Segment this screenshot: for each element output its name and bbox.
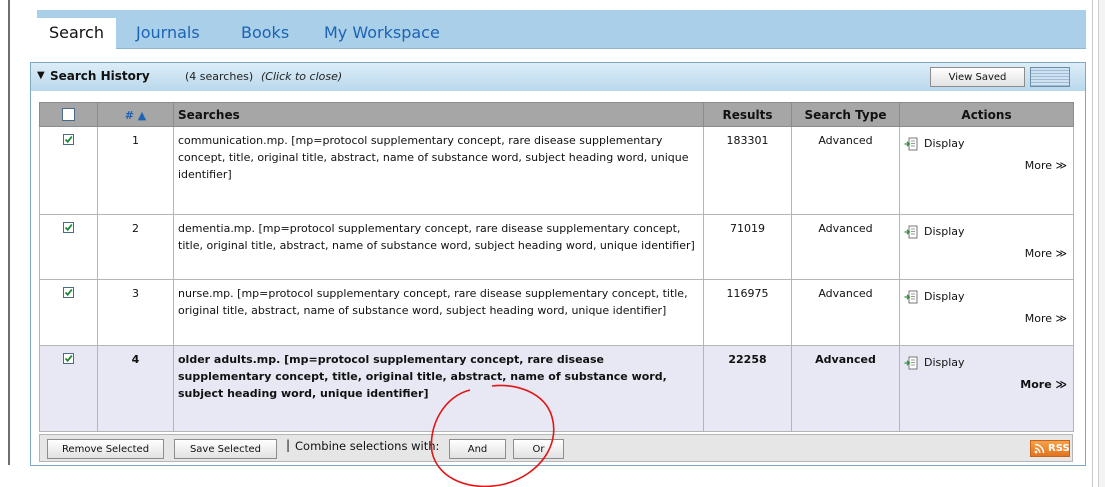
tab-journals[interactable]: Journals (124, 18, 212, 48)
row-checkbox[interactable] (63, 134, 74, 145)
search-type: Advanced (791, 345, 900, 432)
expand-view-icon[interactable] (1030, 67, 1070, 87)
actions-cell: Display More ≫ (899, 345, 1074, 432)
select-all-checkbox[interactable] (62, 107, 75, 121)
display-label[interactable]: Display (924, 223, 965, 240)
row-number: 1 (97, 126, 174, 215)
search-query: nurse.mp. [mp=protocol supplementary con… (173, 279, 704, 346)
display-results-icon (904, 290, 918, 303)
display-results-icon (904, 356, 918, 369)
result-count: 183301 (703, 126, 792, 215)
row-select-cell (39, 126, 98, 215)
row-number: 4 (97, 345, 174, 432)
actions-cell: Display More ≫ (899, 126, 1074, 215)
tab-my-workspace[interactable]: My Workspace (312, 18, 452, 48)
separator: | (286, 438, 291, 452)
sort-number-link[interactable]: # ▲ (125, 109, 147, 122)
row-number: 2 (97, 214, 174, 280)
select-all-header (39, 102, 98, 127)
combine-and-button[interactable]: And (449, 439, 506, 459)
number-column-header[interactable]: # ▲ (97, 102, 174, 127)
search-history-panel: ▼ Search History (4 searches) (Click to … (30, 62, 1086, 466)
combine-selections-label: Combine selections with: (295, 439, 440, 453)
left-divider (8, 0, 10, 465)
row-select-cell (39, 345, 98, 432)
tab-books[interactable]: Books (229, 18, 301, 48)
collapse-triangle-icon[interactable]: ▼ (37, 70, 45, 81)
display-results-icon (904, 137, 918, 150)
table-row: 1 communication.mp. [mp=protocol supplem… (39, 126, 1074, 215)
tab-search[interactable]: Search (37, 18, 116, 49)
main-tab-bar: Search Journals Books My Workspace (37, 10, 1086, 49)
display-results-icon (904, 225, 918, 238)
search-type: Advanced (791, 126, 900, 215)
table-row: 4 older adults.mp. [mp=protocol suppleme… (39, 345, 1074, 432)
display-link[interactable]: Display (904, 223, 1069, 240)
rss-feed-icon (1034, 443, 1045, 454)
actions-cell: Display More ≫ (899, 214, 1074, 280)
save-selected-button[interactable]: Save Selected (174, 439, 277, 459)
search-type: Advanced (791, 214, 900, 280)
search-history-title[interactable]: Search History (50, 69, 150, 83)
result-count: 116975 (703, 279, 792, 346)
display-link[interactable]: Display (904, 135, 1069, 152)
search-type: Advanced (791, 279, 900, 346)
row-select-cell (39, 279, 98, 346)
display-label[interactable]: Display (924, 354, 965, 371)
display-link[interactable]: Display (904, 354, 1069, 371)
search-history-header[interactable]: ▼ Search History (4 searches) (Click to … (31, 63, 1085, 91)
selection-actions-bar: Remove Selected Save Selected | Combine … (39, 434, 1073, 462)
view-saved-button[interactable]: View Saved (930, 67, 1025, 87)
rss-button[interactable]: RSS (1030, 440, 1070, 457)
results-column-header: Results (703, 102, 792, 127)
window-scrollbar[interactable] (1098, 0, 1105, 487)
search-query: communication.mp. [mp=protocol supplemen… (173, 126, 704, 215)
right-divider (1092, 0, 1093, 487)
rss-label: RSS (1048, 443, 1070, 454)
more-link[interactable]: More ≫ (904, 376, 1069, 393)
search-query: older adults.mp. [mp=protocol supplement… (173, 345, 704, 432)
combine-or-button[interactable]: Or (513, 439, 564, 459)
search-type-column-header: Search Type (791, 102, 900, 127)
display-label[interactable]: Display (924, 288, 965, 305)
more-link[interactable]: More ≫ (904, 157, 1069, 174)
row-checkbox[interactable] (63, 353, 74, 364)
row-checkbox[interactable] (63, 287, 74, 298)
actions-cell: Display More ≫ (899, 279, 1074, 346)
searches-column-header: Searches (173, 102, 704, 127)
search-count: (4 searches) (185, 70, 254, 83)
display-label[interactable]: Display (924, 135, 965, 152)
row-number: 3 (97, 279, 174, 346)
result-count: 71019 (703, 214, 792, 280)
display-link[interactable]: Display (904, 288, 1069, 305)
table-header-row: # ▲ Searches Results Search Type Actions (39, 102, 1074, 127)
row-checkbox[interactable] (63, 222, 74, 233)
more-link[interactable]: More ≫ (904, 245, 1069, 262)
more-link[interactable]: More ≫ (904, 310, 1069, 327)
actions-column-header: Actions (899, 102, 1074, 127)
result-count: 22258 (703, 345, 792, 432)
row-select-cell (39, 214, 98, 280)
search-query: dementia.mp. [mp=protocol supplementary … (173, 214, 704, 280)
click-to-close-hint[interactable]: (Click to close) (261, 70, 342, 83)
search-history-table: # ▲ Searches Results Search Type Actions… (39, 102, 1074, 432)
table-row: 3 nurse.mp. [mp=protocol supplementary c… (39, 279, 1074, 346)
table-row: 2 dementia.mp. [mp=protocol supplementar… (39, 214, 1074, 280)
remove-selected-button[interactable]: Remove Selected (47, 439, 164, 459)
